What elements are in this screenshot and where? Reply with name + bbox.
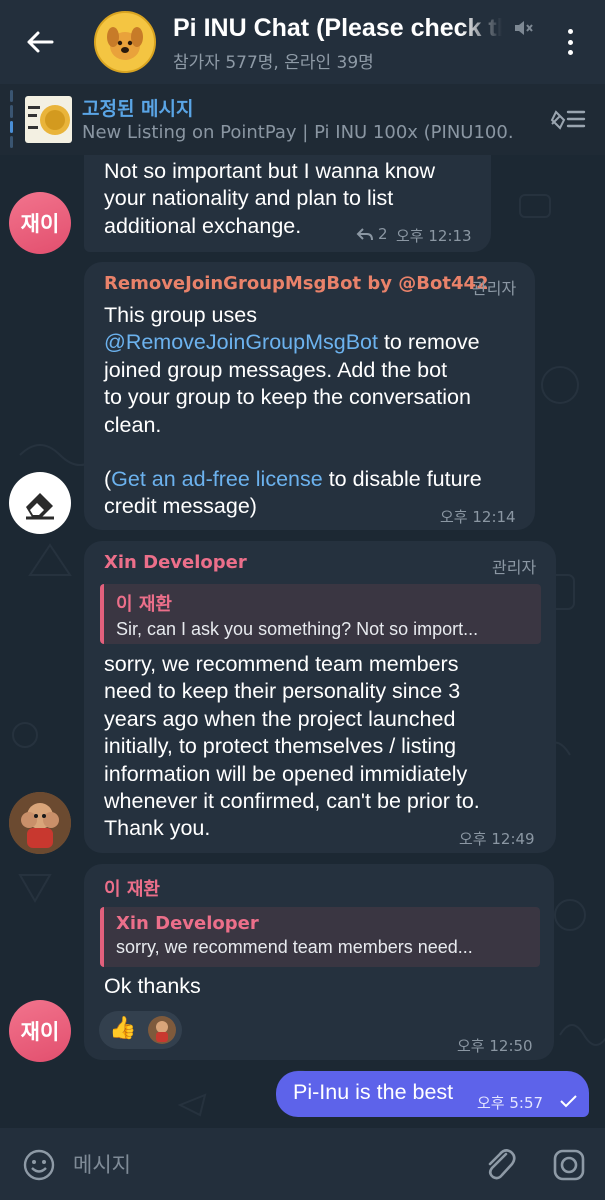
reply-arrow-icon: [356, 228, 373, 241]
message-bubble[interactable]: Xin Developer 관리자 이 재환 Sir, can I ask yo…: [84, 541, 556, 853]
pinned-title: 고정된 메시지: [82, 98, 194, 120]
pinned-indicator: [10, 90, 13, 148]
sender-name[interactable]: Xin Developer: [104, 552, 247, 573]
reply-count[interactable]: 2: [378, 225, 388, 243]
message-time: 오후 12:13: [396, 227, 472, 245]
avatar[interactable]: 재이: [9, 1000, 71, 1062]
double-check-icon: [560, 1095, 577, 1108]
back-button[interactable]: [20, 22, 60, 62]
reaction-chip[interactable]: 👍: [99, 1011, 182, 1049]
unpin-button[interactable]: [548, 104, 588, 138]
message-time: 오후 5:57: [477, 1094, 544, 1112]
pinned-thumbnail-overlay: [25, 96, 72, 143]
camera-icon[interactable]: [552, 1148, 586, 1182]
bot-avatar[interactable]: [9, 472, 71, 534]
eraser-icon: [26, 493, 54, 520]
message-text: This group uses @RemoveJoinGroupMsgBot t…: [104, 303, 482, 519]
message-text: sorry, we recommend team members need to…: [104, 652, 480, 841]
admin-badge: 관리자: [492, 558, 537, 577]
license-link[interactable]: Get an ad-free license: [111, 467, 323, 491]
chat-subtitle: 참가자 577명, 온라인 39명: [173, 53, 374, 73]
message-text: Pi-Inu is the best: [293, 1080, 454, 1104]
reply-text: sorry, we recommend team members need...: [116, 937, 473, 957]
message-bubble[interactable]: Not so important but I wanna know your n…: [84, 140, 491, 252]
mute-icon: [515, 21, 533, 35]
emoji-icon[interactable]: [22, 1148, 56, 1182]
reply-name: Xin Developer: [116, 913, 259, 934]
more-menu-button[interactable]: [556, 24, 584, 60]
message-input[interactable]: 메시지: [73, 1149, 131, 1179]
message-time: 오후 12:49: [459, 830, 535, 848]
message-composer: 메시지: [0, 1128, 605, 1200]
title-fade: [460, 12, 520, 46]
pinned-text: New Listing on PointPay | Pi INU 100x (P…: [82, 122, 512, 143]
thumbs-up-reaction: 👍: [109, 1016, 137, 1041]
reply-name: 이 재환: [116, 594, 172, 615]
back-arrow-icon: [27, 31, 54, 53]
unpin-list-icon: [550, 110, 586, 130]
message-time: 오후 12:50: [457, 1037, 533, 1055]
avatar[interactable]: [9, 792, 71, 854]
mention-link[interactable]: @RemoveJoinGroupMsgBot: [104, 330, 378, 354]
poodle-avatar-image: [9, 792, 71, 854]
reactor-avatar: [148, 1016, 176, 1044]
message-time: 오후 12:14: [440, 508, 516, 526]
chat-header: Pi INU Chat (Please check the 참가자 577명, …: [0, 0, 605, 84]
reply-text: Sir, can I ask you something? Not so imp…: [116, 619, 479, 639]
reply-quote[interactable]: Xin Developer sorry, we recommend team m…: [100, 907, 540, 967]
sender-name[interactable]: RemoveJoinGroupMsgBot by @Bot442: [104, 273, 489, 294]
outgoing-message-bubble[interactable]: Pi-Inu is the best 오후 5:57: [276, 1071, 589, 1117]
message-bubble[interactable]: RemoveJoinGroupMsgBot by @Bot442 관리자 Thi…: [84, 262, 535, 530]
attach-icon[interactable]: [482, 1146, 516, 1182]
admin-badge: 관리자: [472, 279, 517, 298]
more-vert-icon: [567, 29, 573, 34]
reply-quote[interactable]: 이 재환 Sir, can I ask you something? Not s…: [100, 584, 541, 644]
avatar[interactable]: 재이: [9, 192, 71, 254]
group-avatar[interactable]: [94, 11, 156, 73]
message-text: Ok thanks: [104, 974, 201, 998]
sender-name[interactable]: 이 재환: [104, 875, 160, 901]
